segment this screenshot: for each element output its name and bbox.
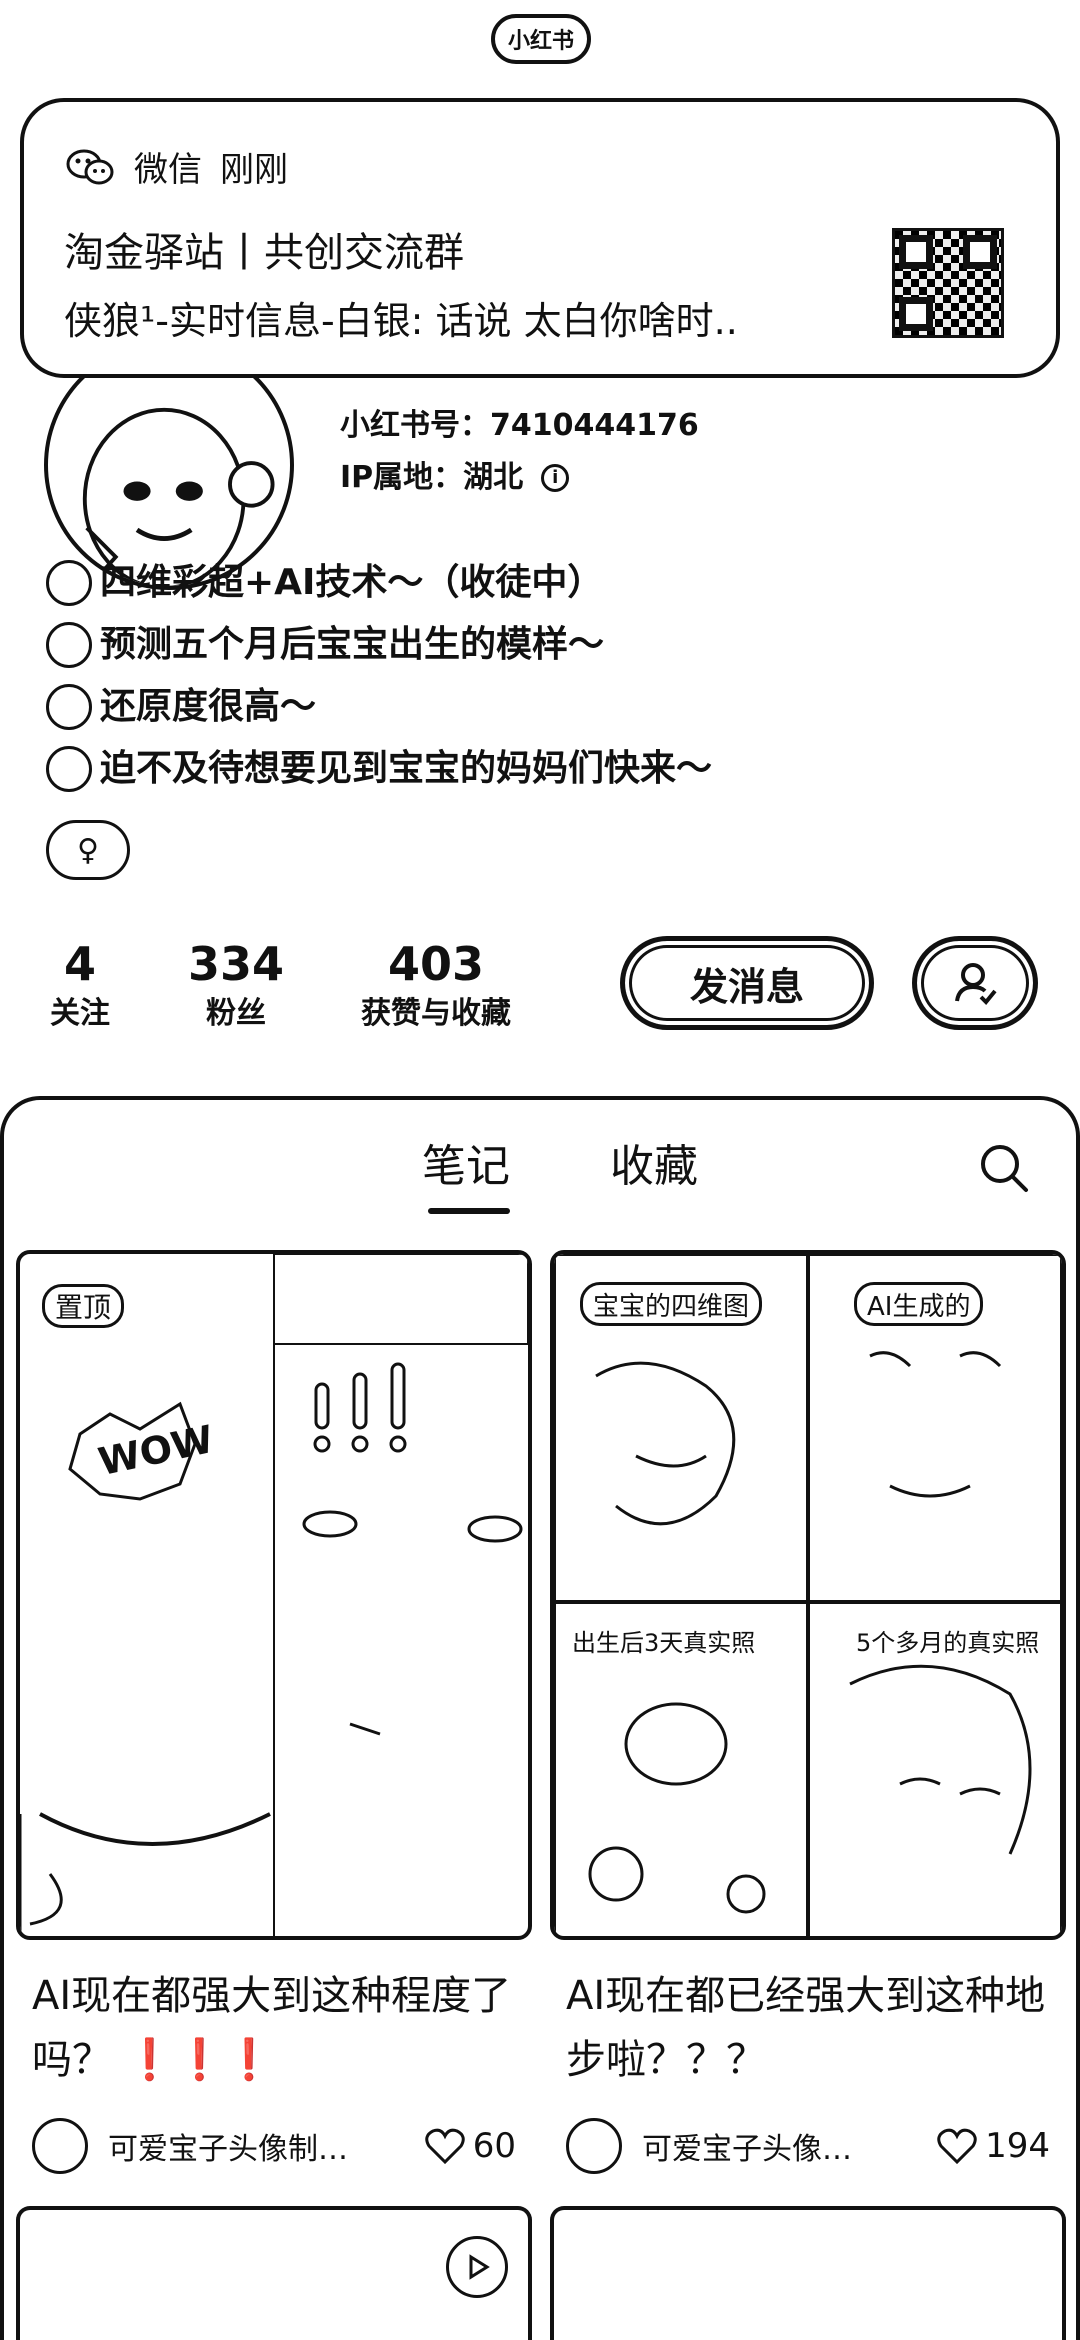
bio-line: 还原度很高～: [46, 676, 712, 738]
xiaohongshu-id: 小红书号：7410444176: [340, 408, 699, 443]
author-name[interactable]: 可爱宝子头像…: [642, 2124, 937, 2168]
send-message-button[interactable]: 发消息: [620, 936, 874, 1030]
notification-title: 淘金驿站丨共创交流群: [64, 230, 464, 276]
app-indicator-label: 小红书: [507, 29, 574, 54]
pinned-badge: 置顶: [42, 1284, 125, 1328]
collage-label: 宝宝的四维图: [580, 1282, 763, 1326]
gender-female-icon: ♀: [46, 820, 130, 880]
follow-button[interactable]: [912, 936, 1038, 1030]
note-title[interactable]: AI现在都强大到这种程度了吗？ ❗❗❗: [16, 1964, 532, 2092]
author-avatar[interactable]: [566, 2118, 622, 2174]
notification-header: 微信 刚刚: [64, 142, 288, 191]
notification-time: 刚刚: [220, 150, 288, 190]
notes-sheet: 笔记 收藏 WOW 置顶 AI现在都强大到这种程度了吗？ ❗❗❗ 可爱宝子头像制…: [0, 1096, 1080, 2340]
wechat-icon: [64, 147, 116, 187]
tab-bar: 笔记 收藏: [4, 1130, 1076, 1210]
note-card[interactable]: [550, 2206, 1066, 2340]
heart-icon[interactable]: [937, 2128, 977, 2164]
collage-label: 5个多月的真实照: [856, 1628, 1040, 1657]
stat-likes-collections[interactable]: 403 获赞与收藏: [346, 936, 526, 1036]
note-title[interactable]: AI现在都已经强大到这种地步啦？？？: [550, 1964, 1066, 2092]
baby-emoji-icon: [46, 746, 92, 792]
like-count: 194: [985, 2126, 1050, 2166]
baby-emoji-icon: [46, 622, 92, 668]
note-cover-image: 宝宝的四维图 AI生成的 出生后3天真实照 5个多月的真实照: [550, 1250, 1066, 1940]
notification-body: 侠狼¹-实时信息-白银: 话说 太白你啥时..: [64, 299, 738, 343]
author-avatar[interactable]: [32, 2118, 88, 2174]
note-card[interactable]: 宝宝的四维图 AI生成的 出生后3天真实照 5个多月的真实照 AI现在都已经强大…: [550, 1250, 1066, 2174]
notification-app-name: 微信: [134, 150, 202, 190]
collage-label: 出生后3天真实照: [572, 1628, 756, 1657]
follow-user-icon: [955, 963, 997, 1005]
bio-line: 迫不及待想要见到宝宝的妈妈们快来～: [46, 738, 712, 800]
note-card[interactable]: [16, 2206, 532, 2340]
active-tab-indicator: [428, 1208, 510, 1214]
tab-collections[interactable]: 收藏: [610, 1130, 698, 1194]
tab-notes[interactable]: 笔记: [422, 1130, 510, 1194]
bio-line: 四维彩超+AI技术～（收徒中）: [46, 552, 712, 614]
video-play-icon: [446, 2236, 508, 2298]
ip-location: IP属地：湖北: [340, 460, 524, 495]
group-avatar-image: [892, 228, 1004, 338]
like-count: 60: [472, 2126, 516, 2166]
stat-following[interactable]: 4 关注: [40, 936, 120, 1036]
info-icon[interactable]: i: [541, 464, 570, 492]
collage-label: AI生成的: [854, 1282, 984, 1326]
profile-bio: 四维彩超+AI技术～（收徒中） 预测五个月后宝宝出生的模样～ 还原度很高～ 迫不…: [46, 552, 712, 800]
bottle-emoji-icon: [46, 684, 92, 730]
stat-followers[interactable]: 334 粉丝: [186, 936, 286, 1036]
note-cover-image: WOW 置顶: [16, 1250, 532, 1940]
note-meta: 可爱宝子头像制… 60: [16, 2118, 532, 2174]
bio-line: 预测五个月后宝宝出生的模样～: [46, 614, 712, 676]
note-meta: 可爱宝子头像… 194: [550, 2118, 1066, 2174]
app-indicator-pill: 小红书: [491, 14, 591, 64]
wechat-notification[interactable]: 微信 刚刚 淘金驿站丨共创交流群 侠狼¹-实时信息-白银: 话说 太白你啥时..: [20, 98, 1060, 378]
author-name[interactable]: 可爱宝子头像制…: [108, 2124, 425, 2168]
search-icon[interactable]: [978, 1142, 1030, 1194]
note-card[interactable]: WOW 置顶 AI现在都强大到这种程度了吗？ ❗❗❗ 可爱宝子头像制… 60: [16, 1250, 532, 2174]
profile-stats: 4 关注 334 粉丝 403 获赞与收藏: [40, 936, 526, 1036]
heart-icon[interactable]: [424, 2128, 465, 2164]
profile-meta: 小红书号：7410444176 IP属地：湖北 i: [340, 400, 699, 504]
note-emoji-icon: [46, 560, 92, 606]
